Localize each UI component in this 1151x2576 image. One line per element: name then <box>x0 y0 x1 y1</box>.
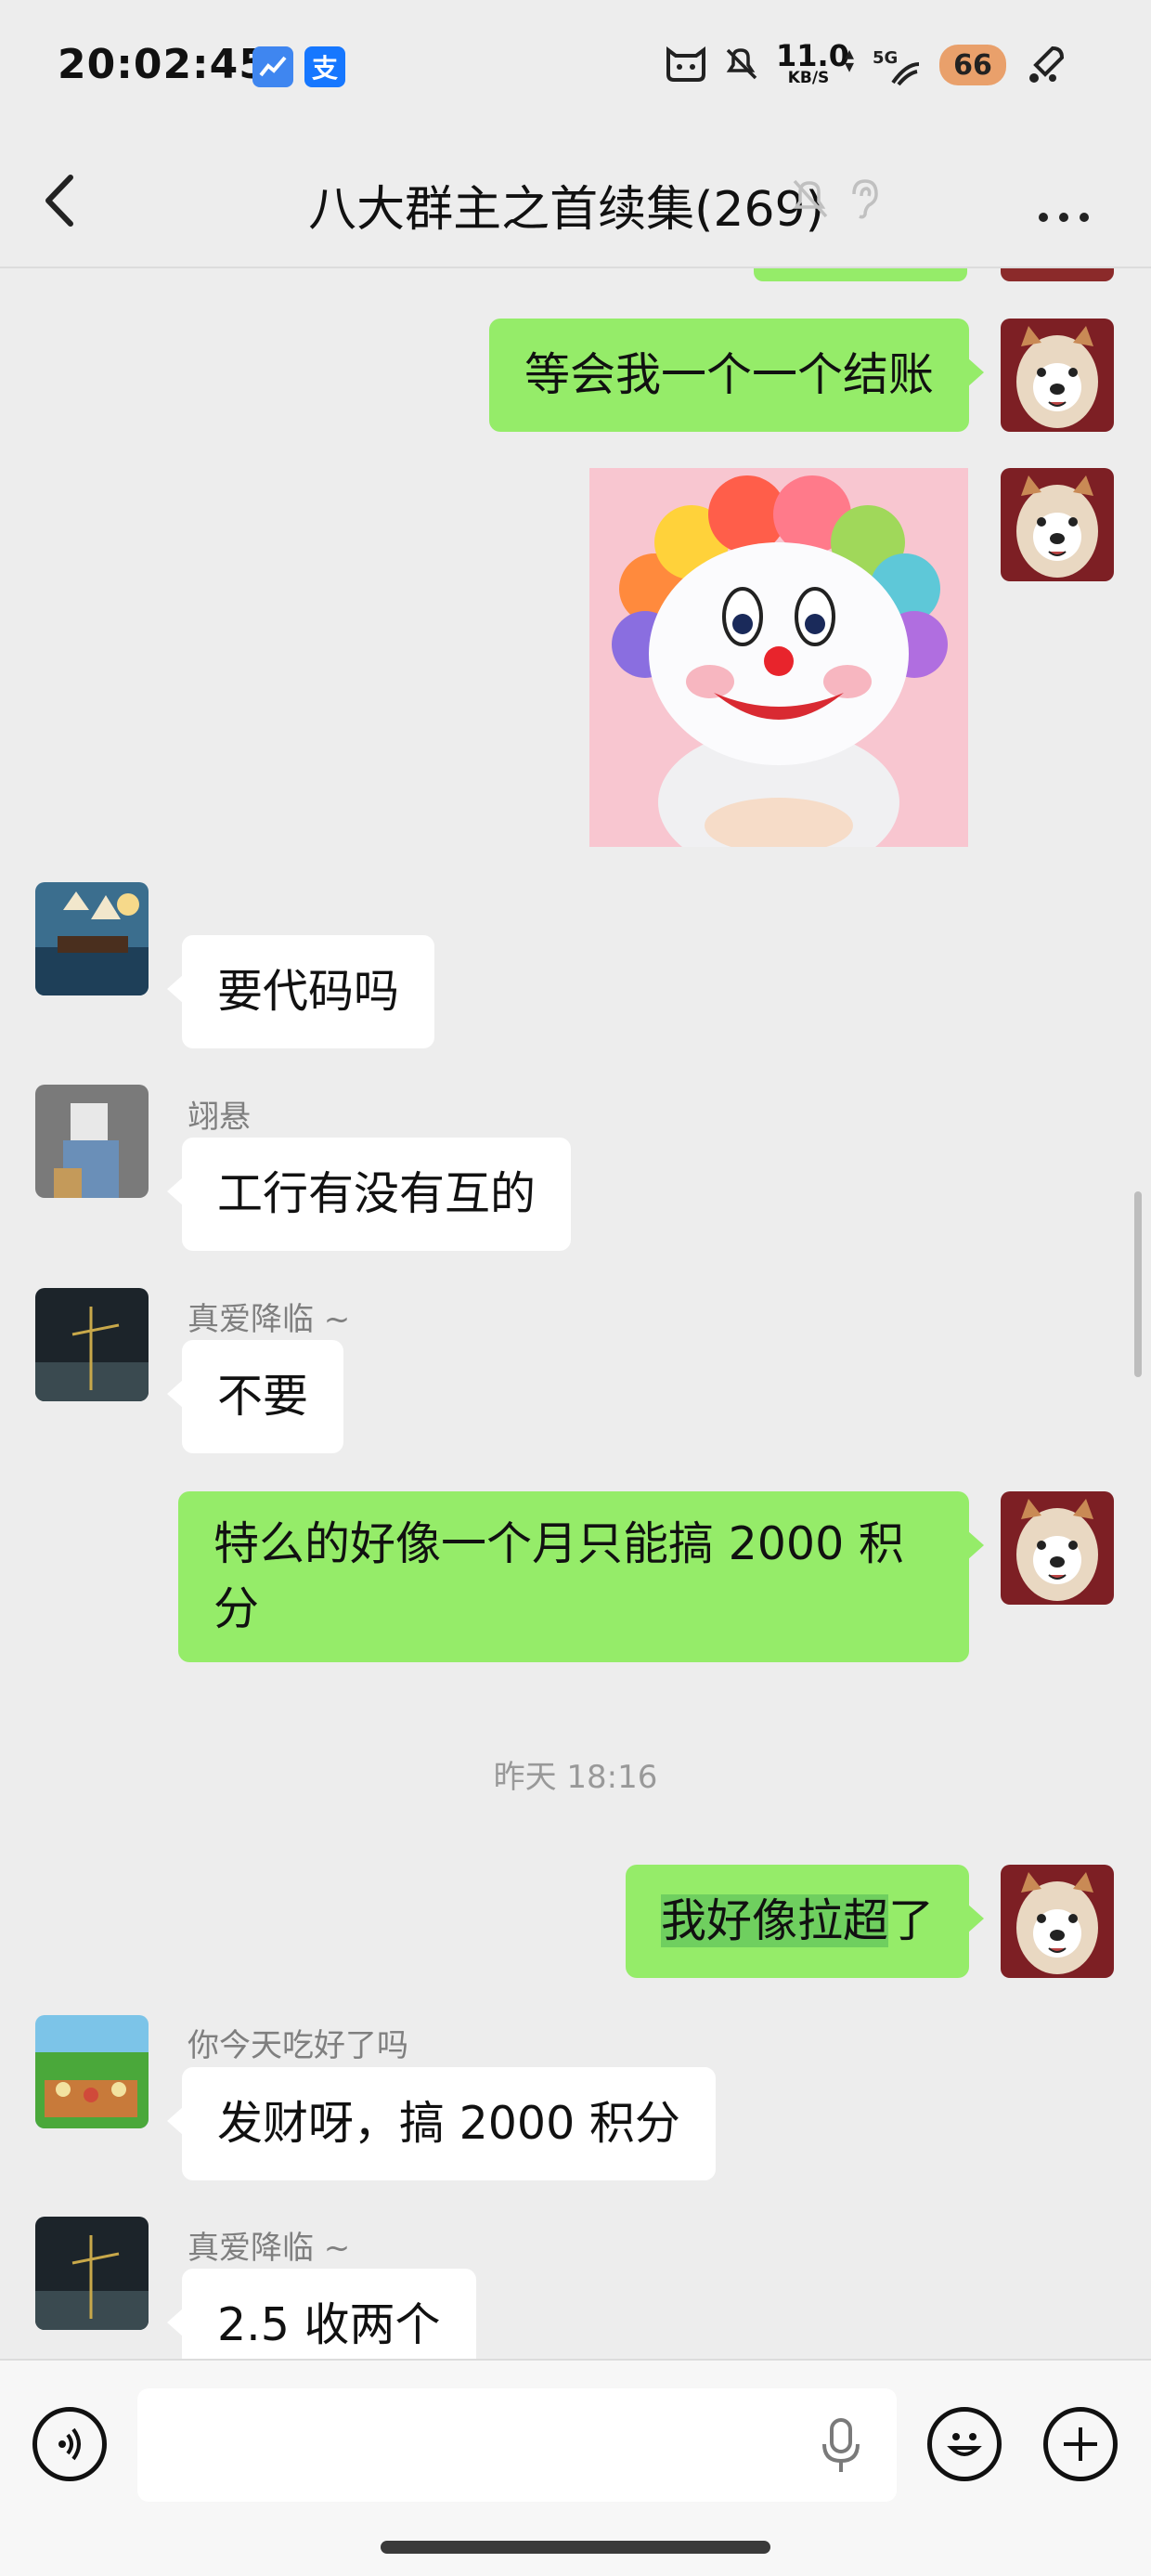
chat-title[interactable]: 八大群主之首续集(269) <box>0 170 1151 240</box>
status-bar: 20:02:45 支 11.0 KB/S ▴ ▾ 5G 66 <box>0 0 1151 135</box>
emoji-button[interactable] <box>927 2407 1002 2481</box>
sender-name: 你今天吃好了吗 <box>188 2027 408 2064</box>
signal-icon <box>889 58 923 95</box>
message-text: 不要 <box>217 1370 309 1423</box>
alipay-icon: 支 <box>304 46 345 87</box>
previous-bubble-edge <box>754 268 967 281</box>
message-text: 工行有没有互的 <box>217 1167 537 1220</box>
sender-name: 真爱降临 ~ <box>188 2230 351 2267</box>
net-speed-value: 11.0 <box>776 38 849 73</box>
rocket-icon <box>1025 45 1066 94</box>
sound-wave-icon <box>58 2427 81 2461</box>
net-speed: 11.0 KB/S <box>776 38 849 86</box>
input-bar <box>0 2359 1151 2576</box>
avatar-self[interactable] <box>1001 1865 1114 1978</box>
smiley-icon <box>947 2433 982 2456</box>
chat-header: 八大群主之首续集(269) <box>0 135 1151 268</box>
message-text: 了 <box>887 1894 934 1947</box>
message-bubble-in[interactable]: 不要 <box>166 1340 344 1453</box>
message-input[interactable] <box>137 2388 897 2502</box>
sender-name: 真爱降临 ~ <box>188 1301 351 1338</box>
more-dots-icon[interactable] <box>1036 190 1092 233</box>
ear-icon <box>845 176 882 224</box>
home-indicator[interactable] <box>381 2541 770 2554</box>
avatar-member[interactable] <box>35 2015 149 2128</box>
avatar-self[interactable] <box>1001 268 1114 281</box>
avatar-self[interactable] <box>1001 468 1114 581</box>
voice-mode-button[interactable] <box>32 2407 107 2481</box>
sender-name: 翊悬 <box>188 1099 251 1136</box>
message-bubble-out[interactable]: 特么的好像一个月只能搞 2000 积 分 <box>178 1491 984 1662</box>
muted-bell-icon <box>789 176 830 224</box>
message-text-highlighted: 我好像拉超 <box>660 1894 888 1947</box>
battery-indicator: 66 <box>939 45 1006 85</box>
message-text: 2.5 收两个 <box>217 2298 441 2351</box>
plus-icon <box>1064 2427 1097 2461</box>
avatar-member[interactable] <box>35 2217 149 2330</box>
avatar-member[interactable] <box>35 1288 149 1401</box>
scrollbar[interactable] <box>1134 1191 1142 1377</box>
cat-face-icon <box>665 45 707 90</box>
message-text: 发财呀，搞 2000 积分 <box>217 2097 680 2150</box>
message-text-line-2: 分 <box>213 1582 260 1635</box>
more-actions-button[interactable] <box>1043 2407 1118 2481</box>
message-text: 等会我一个一个结账 <box>524 348 934 401</box>
stock-app-icon <box>252 46 293 87</box>
message-bubble-in[interactable]: 发财呀，搞 2000 积分 <box>167 2067 716 2180</box>
avatar-member-ship[interactable] <box>35 882 149 995</box>
microphone-icon[interactable] <box>821 2418 861 2478</box>
message-bubble-out[interactable]: 我好像拉超了 <box>625 1865 985 1978</box>
mute-icon <box>722 45 759 90</box>
data-arrows-icon: ▴ ▾ <box>845 42 855 77</box>
message-text-line-1: 特么的好像一个月只能搞 2000 积 <box>213 1517 904 1570</box>
clown-sticker[interactable] <box>589 468 968 847</box>
message-text: 要代码吗 <box>217 965 400 1018</box>
message-bubble-in[interactable]: 工行有没有互的 <box>166 1138 572 1251</box>
status-time: 20:02:45 <box>58 41 268 88</box>
avatar-member[interactable] <box>35 1085 149 1198</box>
timestamp: 昨天 18:16 <box>493 1759 658 1796</box>
avatar-self[interactable] <box>1001 319 1114 432</box>
dog-avatar-icon <box>1001 319 1114 432</box>
message-bubble-out[interactable]: 等会我一个一个结账 <box>488 319 985 432</box>
avatar-self[interactable] <box>1001 1491 1114 1605</box>
message-bubble-in[interactable]: 要代码吗 <box>166 935 435 1048</box>
